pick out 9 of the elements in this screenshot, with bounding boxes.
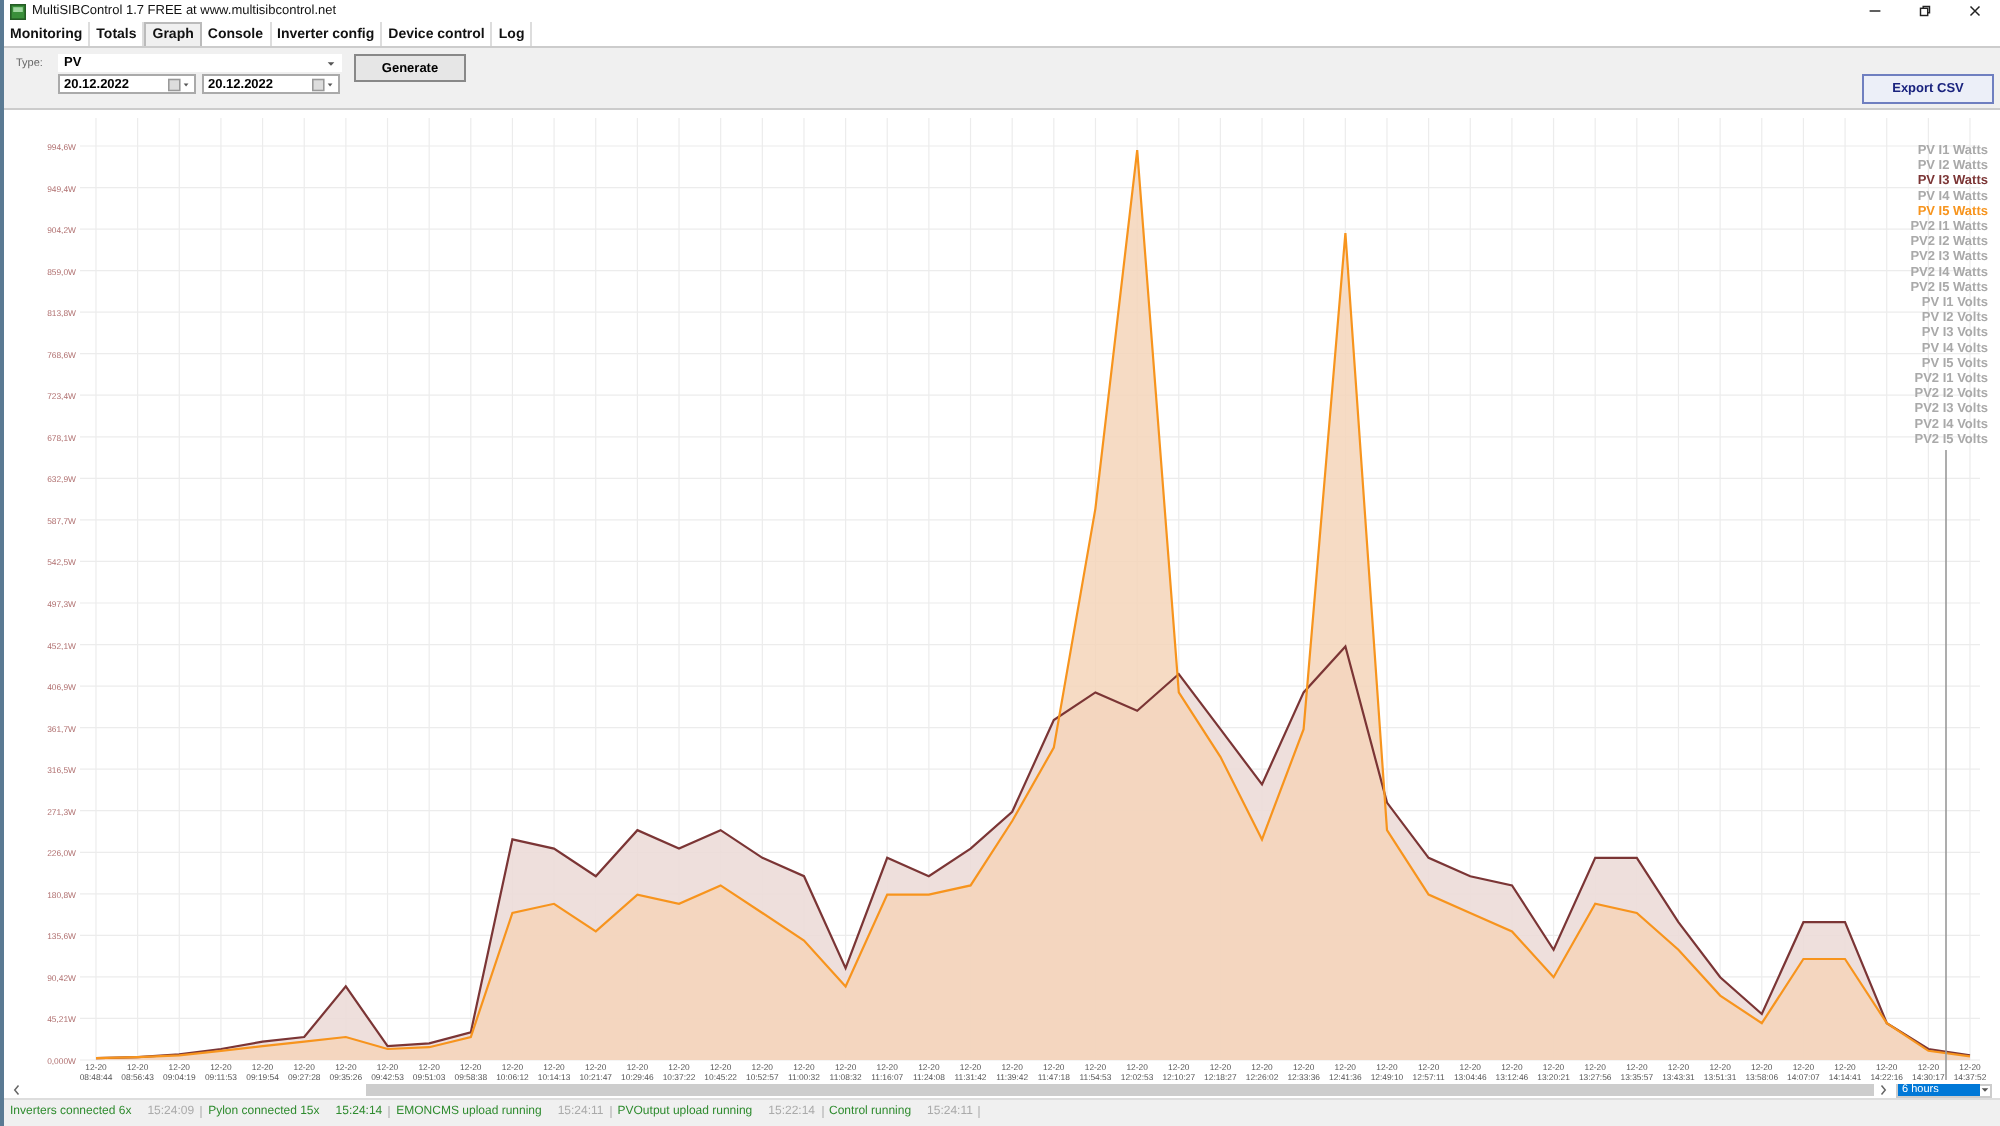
caret-icon [1980, 1086, 1990, 1094]
app-icon [10, 3, 26, 19]
calendar-icon [168, 77, 190, 91]
scrollbar-thumb[interactable] [366, 1084, 1874, 1096]
caret-icon [326, 59, 336, 67]
close-icon[interactable] [1966, 2, 1984, 20]
horizontal-scrollbar[interactable] [12, 1083, 1888, 1097]
calendar-icon [312, 77, 334, 91]
maximize-icon[interactable] [1916, 2, 1934, 20]
